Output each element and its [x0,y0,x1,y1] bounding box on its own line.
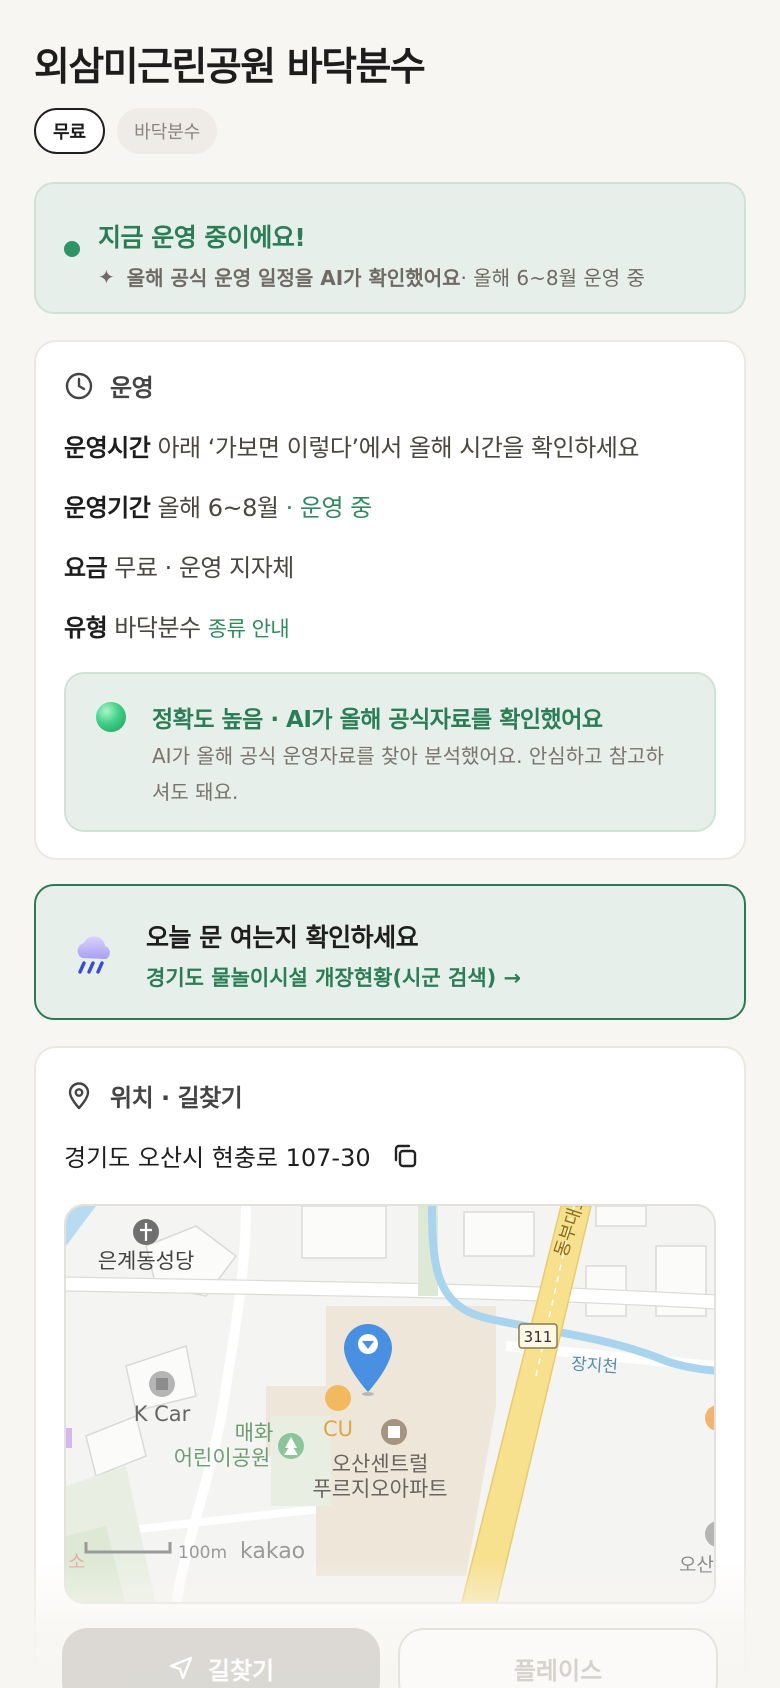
hours-key: 운영시간 [64,434,151,462]
fee-value: 무료 · 운영 지자체 [107,554,294,582]
tag-list: 무료 바닥분수 [34,108,218,154]
location-header: 위치 · 길찾기 [64,1078,243,1113]
directions-button[interactable]: 길찾기 [62,1628,380,1688]
map-canvas[interactable]: 동부대로 311 장지천 은계동성당 K Car 매화 어린이공원 CU 오산센… [66,1206,716,1604]
clock-icon [65,372,93,399]
map-label-route-number: 311 [524,1328,553,1346]
type-value: 바닥분수 [107,614,208,642]
directions-button-label: 길찾기 [207,1656,275,1685]
hours-value: 아래 ‘가보면 이렇다’에서 올해 시간을 확인하세요 [150,434,639,462]
period-key: 운영기간 [64,494,151,522]
map-label-kcar: K Car [134,1402,191,1426]
action-buttons: 길찾기 플레이스 [62,1628,718,1688]
tag-type[interactable]: 바닥분수 [117,108,218,154]
page: 외삼미근린공원 바닥분수 무료 바닥분수 지금 운영 중이에요! ✦ 올해 공식… [0,0,780,1688]
period-status: · 운영 중 [278,494,373,522]
status-dot-icon [64,241,80,257]
operation-card: 운영 운영시간 아래 ‘가보면 이렇다’에서 올해 시간을 확인하세요 운영기간… [34,340,746,860]
page-title: 외삼미근린공원 바닥분수 [34,45,426,90]
location-pin-icon [68,1081,90,1109]
tag-free[interactable]: 무료 [34,108,106,154]
fee-key: 요금 [64,554,108,582]
status-ai-note: 올해 공식 운영 일정을 AI가 확인했어요 [126,266,461,290]
map-label-park-line1: 매화 [235,1421,274,1445]
open-status-link[interactable]: 경기도 물놀이시설 개장현황(시군 검색) → [146,962,521,992]
info-row-fee: 요금 무료 · 운영 지자체 [64,548,294,583]
status-title: 지금 운영 중이에요! [98,223,306,252]
period-value: 올해 6~8월 [150,494,279,522]
location-section-label: 위치 · 길찾기 [110,1084,243,1112]
map-view[interactable]: 동부대로 311 장지천 은계동성당 K Car 매화 어린이공원 CU 오산센… [64,1204,716,1604]
ai-confidence-title: 정확도 높음 · AI가 올해 공식자료를 확인했어요 [152,707,603,733]
navigate-arrow-icon [169,1656,193,1680]
sparkle-icon: ✦ [98,264,115,289]
place-button[interactable]: 플레이스 [398,1628,718,1688]
map-label-church: 은계동성당 [98,1249,195,1273]
convenience-store-poi-icon[interactable] [325,1385,351,1411]
status-period-note: · 올해 6~8월 운영 중 [460,266,645,290]
ai-orb-icon [96,702,126,732]
info-row-period: 운영기간 올해 6~8월 · 운영 중 [64,488,372,523]
map-label-cu: CU [323,1417,353,1441]
operation-header: 운영 [64,368,154,403]
today-check-card[interactable]: 오늘 문 여는지 확인하세요 경기도 물놀이시설 개장현황(시군 검색) → [34,884,746,1020]
info-row-hours: 운영시간 아래 ‘가보면 이렇다’에서 올해 시간을 확인하세요 [64,428,639,463]
status-subtitle: ✦ 올해 공식 운영 일정을 AI가 확인했어요 · 올해 6~8월 운영 중 [98,262,645,291]
place-button-label: 플레이스 [513,1656,603,1685]
type-key: 유형 [64,614,108,642]
rain-cloud-icon [77,936,110,974]
info-row-type: 유형 바닥분수 종류 안내 [64,608,290,643]
ai-confidence-body: AI가 올해 공식 운영자료를 찾아 분석했어요. 안심하고 참고하셔도 돼요. [152,744,665,804]
ai-confidence-box: 정확도 높음 · AI가 올해 공식자료를 확인했어요 AI가 올해 공식 운영… [64,672,716,832]
copy-icon[interactable] [391,1142,419,1170]
address-row: 경기도 오산시 현충로 107-30 [64,1138,419,1173]
status-banner: 지금 운영 중이에요! ✦ 올해 공식 운영 일정을 AI가 확인했어요 · 올… [34,182,746,314]
map-label-stream: 장지천 [570,1354,618,1377]
address-text: 경기도 오산시 현충로 107-30 [64,1144,371,1172]
map-label-park-line2: 어린이공원 [174,1446,271,1470]
map-label-apt-line1: 오산센트럴 [332,1452,429,1476]
today-check-title: 오늘 문 여는지 확인하세요 [146,923,419,952]
map-label-apt-line2: 푸르지오아파트 [312,1477,447,1501]
operation-section-label: 운영 [110,374,154,402]
type-guide-link[interactable]: 종류 안내 [208,617,290,641]
